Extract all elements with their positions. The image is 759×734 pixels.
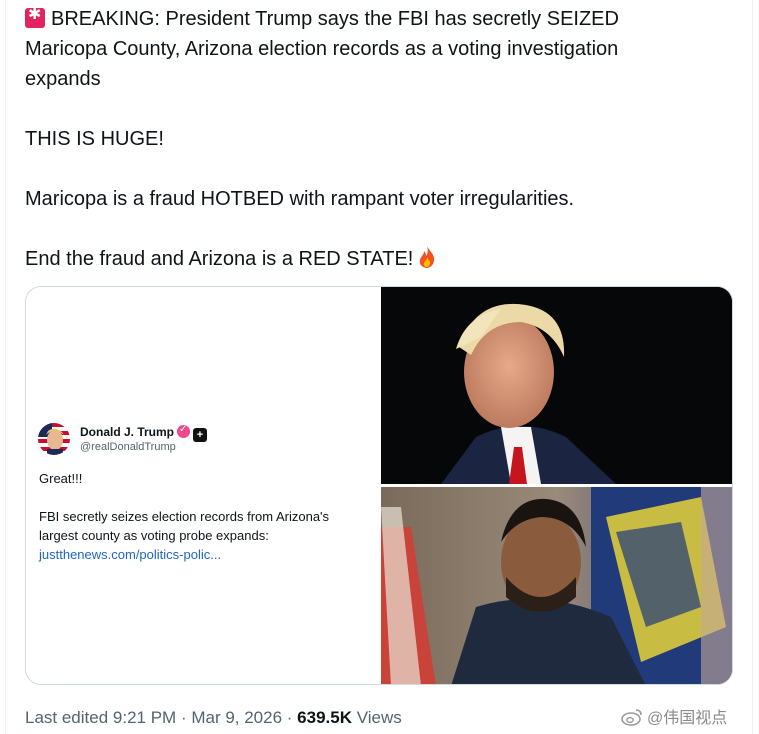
embedded-post-screenshot[interactable]: Donald J. Trump + @realDonaldTrump Great!… — [26, 287, 380, 684]
verified-badge-icon — [177, 424, 191, 438]
embedded-line-3: largest county as voting probe expands: — [39, 528, 269, 543]
photo-top[interactable] — [381, 287, 732, 484]
photo-bottom[interactable] — [381, 487, 732, 684]
embedded-link[interactable]: justthenews.com/politics-polic... — [39, 547, 221, 562]
embedded-body: Great!!! FBI secretly seizes election re… — [39, 469, 369, 564]
tweet-para-2: THIS IS HUGE! — [25, 128, 164, 150]
embedded-line-1: Great!!! — [39, 471, 83, 486]
tweet-para-4-text: End the fraud and Arizona is a RED STATE… — [25, 248, 414, 270]
tweet-para-3: Maricopa is a fraud HOTBED with rampant … — [25, 188, 575, 210]
siren-emoji-icon — [25, 5, 45, 28]
tweet-line-3: expands — [25, 68, 101, 90]
embedded-author: Donald J. Trump + — [80, 424, 208, 442]
avatar — [38, 423, 70, 455]
tweet-text: BREAKING: President Trump says the FBI h… — [25, 4, 725, 274]
watermark: @伟国视点 — [621, 704, 727, 728]
separator-dot: · — [282, 708, 298, 727]
post-metadata: Last edited 9:21 PM · Mar 9, 2026 · 639.… — [25, 708, 402, 728]
edited-time[interactable]: Last edited 9:21 PM — [25, 708, 176, 727]
tweet-line-2: Maricopa County, Arizona election record… — [25, 38, 619, 60]
affiliate-badge-icon: + — [193, 428, 208, 442]
tweet-line-1: BREAKING: President Trump says the FBI h… — [25, 4, 725, 34]
tweet-line-1-text: BREAKING: President Trump says the FBI h… — [51, 8, 619, 30]
views-label: Views — [352, 708, 402, 727]
fire-emoji-icon — [420, 246, 435, 268]
media-card[interactable]: Donald J. Trump + @realDonaldTrump Great!… — [25, 286, 733, 685]
tweet-para-4: End the fraud and Arizona is a RED STATE… — [25, 244, 725, 274]
views-count[interactable]: 639.5K — [297, 708, 352, 727]
weibo-logo-icon — [621, 709, 642, 726]
embedded-handle: @realDonaldTrump — [80, 441, 176, 453]
embedded-line-2: FBI secretly seizes election records fro… — [39, 509, 330, 524]
watermark-text: @伟国视点 — [647, 710, 728, 727]
separator-dot: · — [176, 708, 192, 727]
post-date[interactable]: Mar 9, 2026 — [191, 708, 282, 727]
embedded-author-name: Donald J. Trump — [80, 425, 175, 439]
